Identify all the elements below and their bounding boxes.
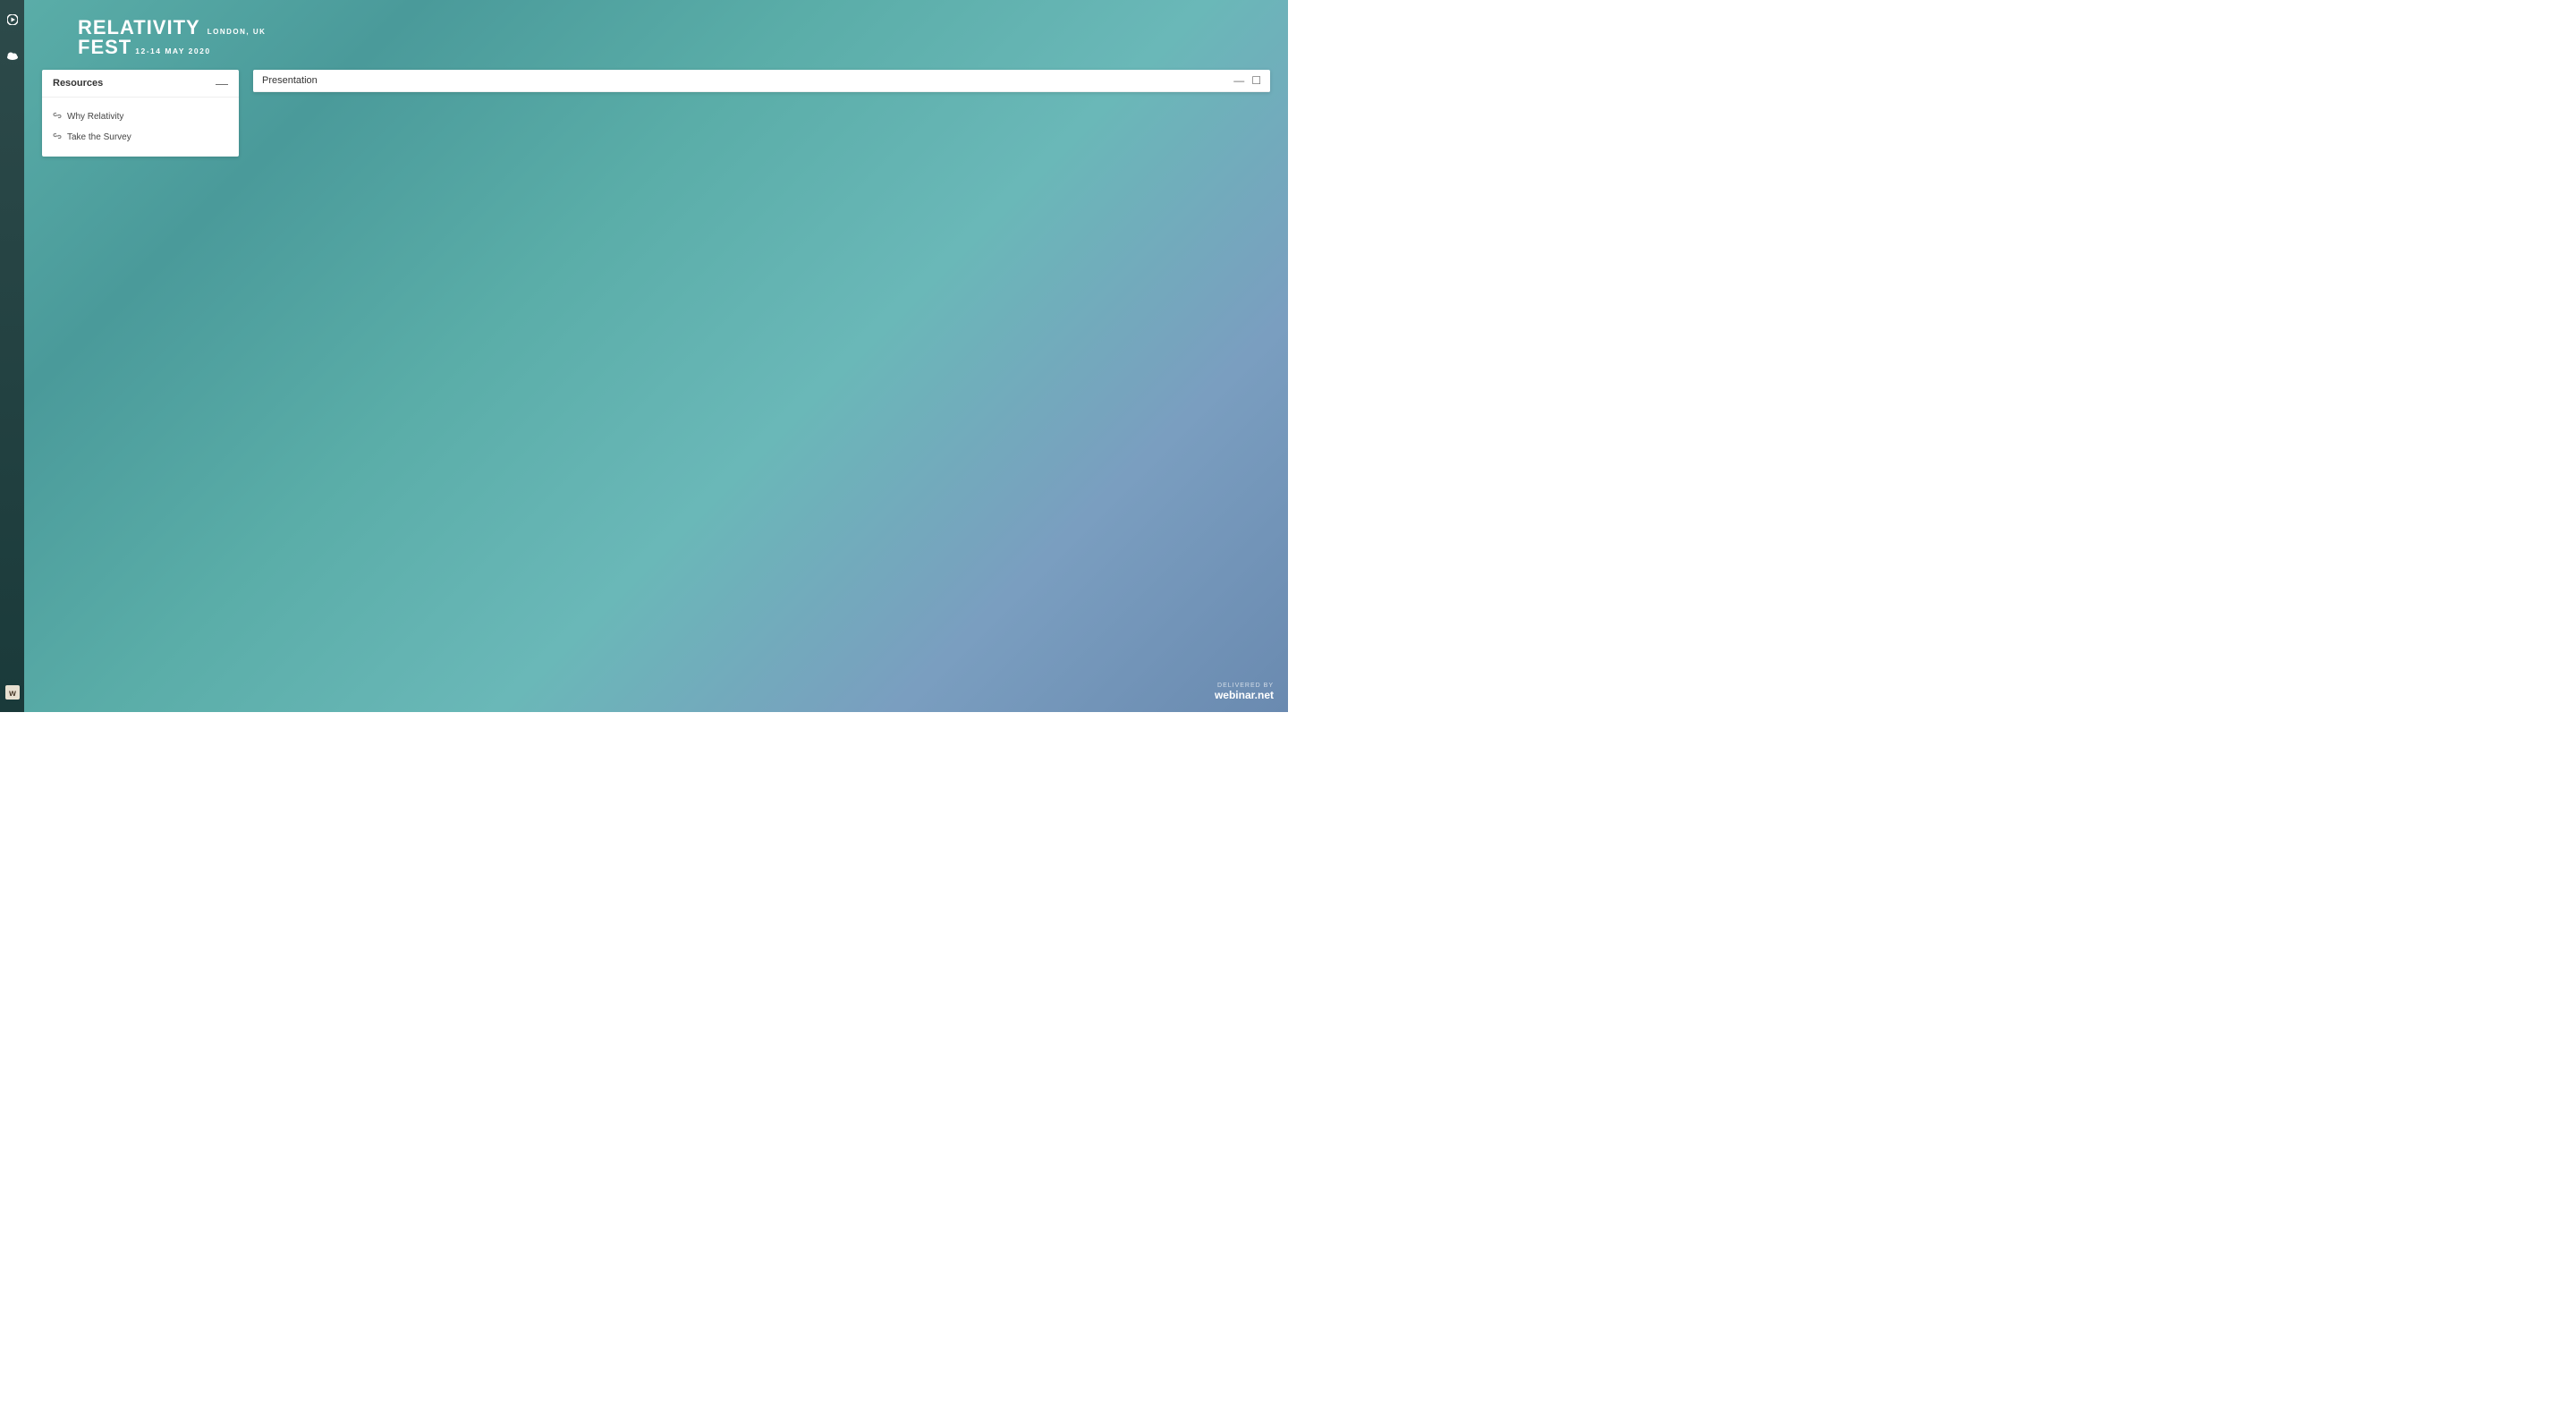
logo-relativity: RELATIVITY bbox=[78, 18, 200, 38]
presentation-title: Presentation bbox=[262, 75, 318, 86]
webinar-logo-sidebar[interactable]: w bbox=[5, 685, 20, 700]
content-row: Resources — Why Relativity bbox=[42, 70, 1270, 694]
link-icon-2 bbox=[53, 131, 62, 143]
resources-panel: Resources — Why Relativity bbox=[42, 70, 239, 157]
sidebar: w bbox=[0, 0, 24, 712]
event-logo: RELATIVITY LONDON, UK FEST 12-14 MAY 202… bbox=[78, 18, 1270, 57]
link-icon-1 bbox=[53, 111, 62, 123]
minimize-button[interactable]: — bbox=[1233, 75, 1244, 86]
play-icon[interactable] bbox=[5, 13, 20, 27]
maximize-button[interactable]: ☐ bbox=[1251, 75, 1261, 86]
presentation-header: Presentation — ☐ bbox=[253, 70, 1270, 92]
cloud-icon[interactable] bbox=[5, 48, 20, 63]
presentation-panel: Presentation — ☐ bbox=[253, 70, 1270, 92]
delivered-by-text: Delivered by bbox=[1217, 683, 1274, 689]
logo-fest: FEST bbox=[78, 38, 131, 57]
why-relativity-label: Why Relativity bbox=[67, 112, 123, 122]
why-relativity-link[interactable]: Why Relativity bbox=[53, 106, 228, 127]
main-content: RELATIVITY LONDON, UK FEST 12-14 MAY 202… bbox=[24, 0, 1288, 712]
take-survey-link[interactable]: Take the Survey bbox=[53, 127, 228, 148]
resources-header: Resources — bbox=[42, 70, 239, 98]
resources-minimize-button[interactable]: — bbox=[216, 77, 228, 89]
webinar-brand: webinar.net bbox=[1215, 689, 1274, 701]
presentation-controls: — ☐ bbox=[1233, 75, 1261, 86]
footer: Delivered by webinar.net bbox=[1215, 683, 1274, 701]
take-survey-label: Take the Survey bbox=[67, 132, 131, 142]
logo-dates: 12-14 MAY 2020 bbox=[135, 47, 210, 55]
resources-title: Resources bbox=[53, 78, 103, 89]
resources-body: Why Relativity Take the Survey bbox=[42, 98, 239, 157]
sidebar-bottom: w bbox=[5, 685, 20, 700]
logo-location: LONDON, UK bbox=[208, 28, 267, 36]
svg-text:w: w bbox=[8, 689, 16, 699]
